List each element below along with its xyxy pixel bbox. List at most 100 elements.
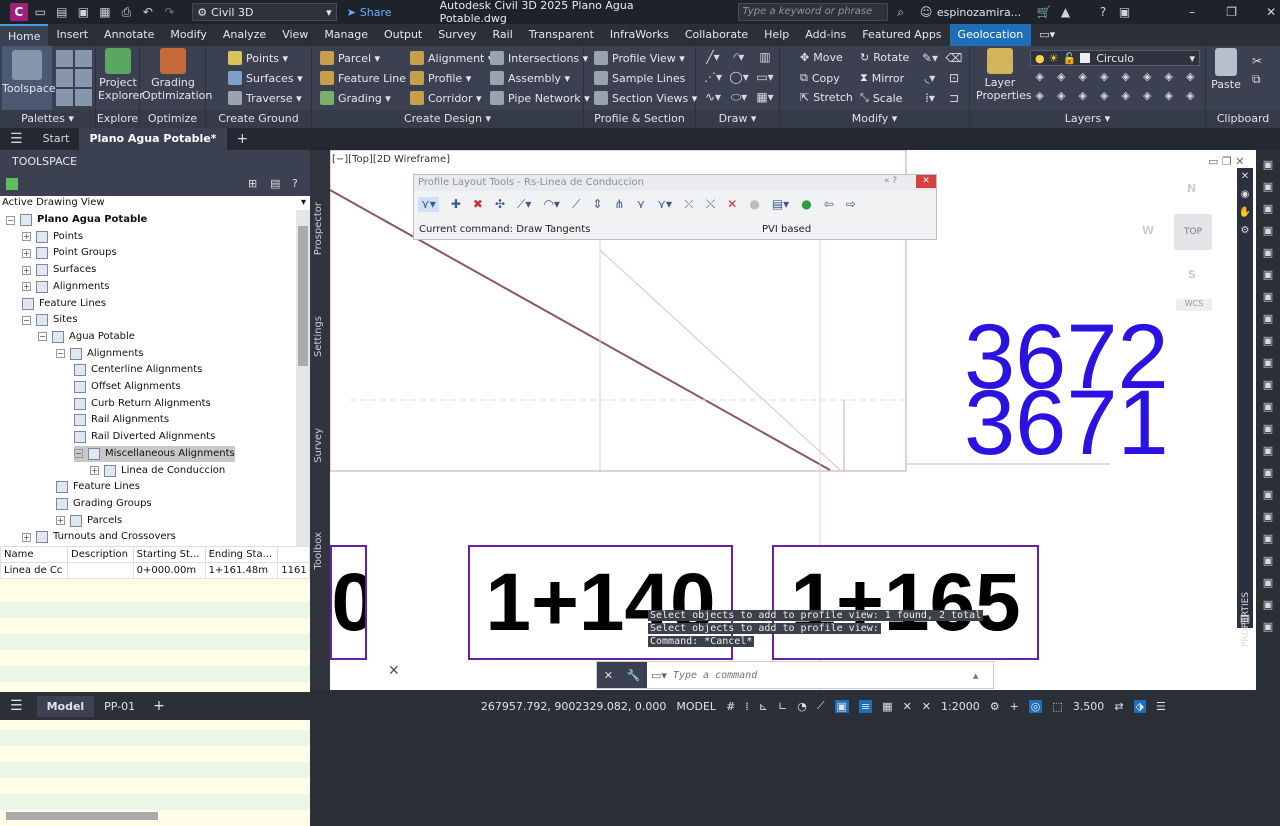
remove-icon[interactable]: ✕ bbox=[727, 197, 737, 212]
annotation-scale-icon[interactable]: ✕ bbox=[922, 700, 931, 713]
collapse-icon[interactable]: ⊞ bbox=[248, 177, 257, 190]
layer-tool-icon[interactable]: ◈ bbox=[1116, 89, 1136, 106]
tree-item[interactable]: Grading Groups bbox=[56, 496, 152, 512]
project-explorer-button[interactable]: Project Explorer bbox=[98, 48, 144, 102]
wrench-icon[interactable]: 🔧 bbox=[627, 669, 641, 682]
tab-featured-apps[interactable]: Featured Apps bbox=[854, 24, 949, 46]
column-header[interactable]: Starting St... bbox=[132, 546, 206, 563]
lineweight-icon[interactable]: ≡ bbox=[858, 699, 873, 713]
points-button[interactable]: Points ▾ bbox=[228, 51, 288, 65]
tab-start[interactable]: Start bbox=[33, 128, 80, 150]
copy-button[interactable]: ⧉ Copy bbox=[800, 71, 840, 85]
curve-icon[interactable]: ◠▾ bbox=[543, 197, 560, 212]
new-icon[interactable]: ▭ bbox=[32, 3, 50, 21]
close-icon[interactable]: ✕ bbox=[1237, 168, 1253, 186]
tab-prospector[interactable]: Prospector bbox=[313, 202, 324, 255]
tree-item[interactable]: − Plano Agua Potable bbox=[6, 212, 147, 228]
settings-icon[interactable]: ⚙ bbox=[1237, 222, 1253, 240]
search-icon[interactable]: ⌕ bbox=[892, 3, 910, 21]
tab-settings[interactable]: Settings bbox=[313, 316, 324, 357]
pan-icon[interactable]: ✋ bbox=[1237, 204, 1253, 222]
palettes-title[interactable]: Palettes ▾ bbox=[0, 110, 95, 128]
palette-tool-icon[interactable]: ▣ bbox=[1256, 352, 1280, 374]
grading-button[interactable]: Grading ▾ bbox=[320, 91, 391, 105]
close-icon[interactable]: ✕ bbox=[1262, 3, 1280, 21]
properties-icon[interactable]: ▤ bbox=[1237, 612, 1253, 628]
modify-title[interactable]: Modify ▾ bbox=[780, 110, 969, 128]
column-header[interactable]: Name bbox=[0, 546, 69, 563]
expand-icon[interactable]: + bbox=[22, 248, 31, 258]
layout-tab[interactable]: PP-01 bbox=[104, 700, 135, 713]
column-header[interactable]: Description bbox=[67, 546, 134, 563]
layer-tool-icon[interactable]: ◈ bbox=[1095, 70, 1115, 87]
app-store-icon[interactable]: ▣ bbox=[1116, 3, 1134, 21]
chevron-up-icon[interactable]: ▴ bbox=[973, 669, 979, 682]
copy-clip-icon[interactable]: ⧉ bbox=[1252, 70, 1262, 88]
polar-icon[interactable]: ◔ bbox=[797, 700, 807, 713]
tangent-icon[interactable]: ⟋▾ bbox=[517, 197, 531, 212]
snap-icon[interactable]: ⁞ bbox=[745, 700, 749, 713]
traverse-button[interactable]: Traverse ▾ bbox=[228, 91, 302, 105]
layer-tool-icon[interactable]: ◈ bbox=[1116, 70, 1136, 87]
free-curve-icon[interactable]: ⟋ bbox=[572, 197, 580, 212]
layer-tool-icon[interactable]: ◈ bbox=[1095, 89, 1115, 106]
user-name[interactable]: espinozamira... bbox=[937, 6, 1021, 19]
cart-icon[interactable]: 🛒 bbox=[1035, 3, 1053, 21]
tree-item[interactable]: + Turnouts and Crossovers bbox=[22, 529, 176, 545]
layer-tool-icon[interactable]: ◈ bbox=[1073, 89, 1093, 106]
parcel-button[interactable]: Parcel ▾ bbox=[320, 51, 380, 65]
restore-icon[interactable]: ❐ bbox=[1222, 155, 1232, 168]
palette-tool-icon[interactable]: ▣ bbox=[1256, 506, 1280, 528]
hardware-accel-icon[interactable]: ⬚ bbox=[1052, 700, 1062, 713]
section-views-button[interactable]: Section Views ▾ bbox=[594, 91, 697, 105]
layer-palette-icon[interactable] bbox=[75, 69, 92, 87]
palette-tool-icon[interactable]: ▣ bbox=[1256, 220, 1280, 242]
collapse-icon[interactable]: − bbox=[22, 315, 31, 325]
expand-icon[interactable]: + bbox=[22, 232, 31, 242]
expand-icon[interactable]: + bbox=[56, 516, 65, 526]
full-nav-wheel-icon[interactable]: ◉ bbox=[1237, 186, 1253, 204]
infer-icon[interactable]: ⊾ bbox=[759, 700, 768, 713]
tree-item[interactable]: Centerline Alignments bbox=[74, 362, 202, 378]
sample-lines-button[interactable]: Sample Lines bbox=[594, 71, 685, 85]
tab-survey[interactable]: Survey bbox=[430, 24, 484, 46]
view-cube-top[interactable]: TOP bbox=[1174, 214, 1212, 250]
disabled-icon[interactable]: ● bbox=[749, 197, 759, 212]
palette-tool-icon[interactable]: ▣ bbox=[1256, 286, 1280, 308]
feature-line-button[interactable]: Feature Line ▾ bbox=[320, 71, 415, 85]
grading-optimization-button[interactable]: Grading Optimization bbox=[142, 48, 212, 102]
tree-scroll-thumb[interactable] bbox=[298, 226, 308, 366]
minimize-icon[interactable]: ▭ bbox=[1208, 155, 1218, 168]
isolate-icon[interactable]: ◎ bbox=[1028, 699, 1043, 713]
select-pvi-icon[interactable]: ⋎ bbox=[636, 197, 645, 212]
tab-insert[interactable]: Insert bbox=[48, 24, 96, 46]
plus-icon[interactable]: + bbox=[1010, 700, 1019, 713]
save-as-icon[interactable]: ▦ bbox=[96, 3, 114, 21]
maximize-icon[interactable]: ❐ bbox=[1223, 3, 1241, 21]
tree-item[interactable]: Rail Alignments bbox=[74, 412, 169, 428]
grid-view-icon[interactable]: ▤▾ bbox=[772, 197, 789, 212]
palette-tool-icon[interactable]: ▣ bbox=[1256, 616, 1280, 638]
break-icon[interactable]: ⤬ bbox=[706, 197, 716, 212]
line-icon[interactable]: ╱▾ bbox=[702, 50, 724, 66]
polyline-icon[interactable]: ⋰▾ bbox=[702, 70, 724, 86]
layer-tool-icon[interactable]: ◈ bbox=[1159, 89, 1179, 106]
annotation-visibility-icon[interactable]: ✕ bbox=[903, 700, 912, 713]
tree-item[interactable]: Rail Diverted Alignments bbox=[74, 429, 215, 445]
properties-palette-icon[interactable] bbox=[56, 50, 73, 68]
tree-item[interactable]: + Linea de Conduccion bbox=[90, 463, 225, 479]
palette-tool-icon[interactable]: ▣ bbox=[1256, 440, 1280, 462]
value-display[interactable]: 3.500 bbox=[1073, 700, 1105, 713]
print-icon[interactable]: ⎙ bbox=[118, 3, 136, 21]
expand-icon[interactable]: + bbox=[90, 466, 99, 475]
tree-item[interactable]: − Agua Potable bbox=[38, 329, 135, 345]
spline-icon[interactable]: ∿▾ bbox=[702, 90, 724, 106]
tab-modify[interactable]: Modify bbox=[162, 24, 214, 46]
tree-item[interactable]: − Miscellaneous Alignments bbox=[74, 445, 235, 462]
close-icon[interactable]: ✕ bbox=[916, 175, 936, 188]
refresh-icon[interactable]: ▤ bbox=[270, 177, 280, 190]
tree-item[interactable]: Feature Lines bbox=[56, 479, 140, 495]
wcs-menu[interactable]: WCS bbox=[1176, 299, 1212, 311]
toolbar-pin-icon[interactable]: « ? bbox=[884, 176, 897, 186]
hatch-icon[interactable]: ▥ bbox=[754, 50, 776, 66]
